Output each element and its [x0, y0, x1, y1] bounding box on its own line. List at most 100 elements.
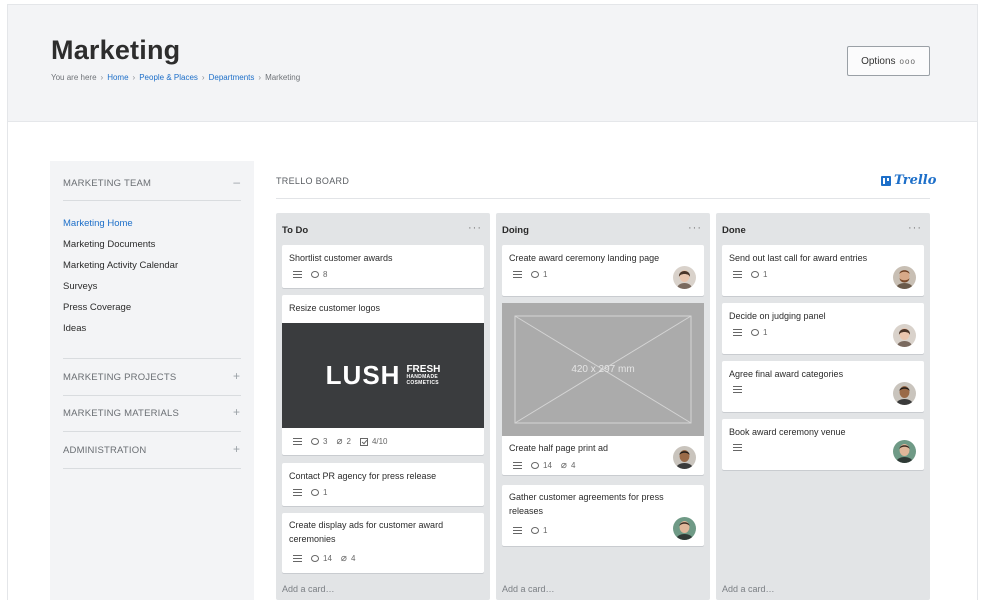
- card-title: Gather customer agreements for press rel…: [509, 492, 664, 516]
- card[interactable]: 420 x 297 mm Create half page print ad 1…: [502, 303, 704, 475]
- sidebar-item-ideas[interactable]: Ideas: [63, 323, 86, 334]
- divider: [63, 468, 241, 469]
- comment-count: 14: [543, 461, 552, 470]
- avatar[interactable]: [893, 324, 916, 347]
- collapse-icon[interactable]: –: [233, 175, 240, 189]
- avatar[interactable]: [673, 266, 696, 289]
- divider: [63, 431, 241, 432]
- breadcrumb-link-people-places[interactable]: People & Places: [139, 73, 198, 82]
- card-title: Create half page print ad: [509, 443, 609, 453]
- list-title[interactable]: Doing: [502, 225, 529, 236]
- comment-count: 1: [323, 488, 328, 497]
- list-menu-icon[interactable]: ···: [688, 222, 702, 234]
- list-doing: Doing ··· Create award ceremony landing …: [496, 213, 710, 600]
- card-title: Agree final award categories: [729, 369, 844, 379]
- divider: [63, 200, 241, 201]
- expand-icon[interactable]: +: [233, 369, 240, 383]
- description-icon: [293, 271, 302, 278]
- card-title: Contact PR agency for press release: [289, 471, 437, 481]
- expand-icon[interactable]: +: [233, 405, 240, 419]
- checklist-icon: [359, 437, 368, 446]
- lush-tagline: FRESH HANDMADE COSMETICS: [406, 365, 440, 387]
- list-done: Done ··· Send out last call for award en…: [716, 213, 930, 600]
- card[interactable]: Send out last call for award entries 1: [722, 245, 924, 296]
- card[interactable]: Gather customer agreements for press rel…: [502, 485, 704, 546]
- add-card-link[interactable]: Add a card…: [502, 584, 555, 594]
- card-cover-image: LUSH FRESH HANDMADE COSMETICS: [282, 323, 484, 428]
- breadcrumb-link-home[interactable]: Home: [107, 73, 128, 82]
- comment-icon: [531, 462, 539, 469]
- card-badges: 1: [733, 328, 767, 337]
- sidebar-item-activity-calendar[interactable]: Marketing Activity Calendar: [63, 260, 178, 271]
- comment-count: 1: [543, 526, 548, 535]
- description-icon: [513, 527, 522, 534]
- expand-icon[interactable]: +: [233, 442, 240, 456]
- avatar[interactable]: [893, 440, 916, 463]
- breadcrumb: You are here › Home › People & Places › Depart…: [51, 73, 300, 82]
- divider: [63, 358, 241, 359]
- sidebar-item-marketing-home[interactable]: Marketing Home: [63, 218, 133, 229]
- avatar[interactable]: [893, 382, 916, 405]
- sidebar-item-marketing-documents[interactable]: Marketing Documents: [63, 239, 155, 250]
- avatar[interactable]: [673, 517, 696, 540]
- sidebar-section-administration[interactable]: ADMINISTRATION: [63, 445, 146, 456]
- list-menu-icon[interactable]: ···: [468, 222, 482, 234]
- list-title[interactable]: To Do: [282, 225, 308, 236]
- card-title: Book award ceremony venue: [729, 427, 846, 437]
- trello-logo[interactable]: Trello: [881, 173, 936, 188]
- comment-count: 14: [323, 554, 332, 563]
- card-title: Decide on judging panel: [729, 311, 826, 321]
- options-button[interactable]: Options ooo: [847, 46, 930, 76]
- description-icon: [733, 386, 742, 393]
- board-title: TRELLO BOARD: [276, 176, 350, 186]
- sidebar: MARKETING TEAM – Marketing Home Marketin…: [50, 161, 254, 600]
- more-dots-icon: ooo: [899, 56, 916, 66]
- card-title: Create award ceremony landing page: [509, 253, 660, 263]
- comment-icon: [531, 271, 539, 278]
- breadcrumb-current: Marketing: [265, 73, 301, 82]
- sidebar-heading-marketing-team[interactable]: MARKETING TEAM: [63, 178, 151, 189]
- sidebar-item-surveys[interactable]: Surveys: [63, 281, 97, 292]
- add-card-link[interactable]: Add a card…: [722, 584, 775, 594]
- description-icon: [293, 489, 302, 496]
- card[interactable]: Agree final award categories: [722, 361, 924, 412]
- sidebar-section-marketing-projects[interactable]: MARKETING PROJECTS: [63, 372, 176, 383]
- avatar[interactable]: [893, 266, 916, 289]
- paperclip-icon: ⌀: [560, 459, 567, 471]
- trello-board-icon: [881, 175, 891, 186]
- comment-icon: [311, 271, 319, 278]
- card-badges: [733, 386, 742, 393]
- card[interactable]: Contact PR agency for press release 1: [282, 463, 484, 506]
- add-card-link[interactable]: Add a card…: [282, 584, 335, 594]
- description-icon: [733, 444, 742, 451]
- paperclip-icon: ⌀: [336, 435, 343, 447]
- card[interactable]: Book award ceremony venue: [722, 419, 924, 470]
- page-header: Marketing You are here › Home › People & Pla…: [8, 5, 977, 122]
- card-badges: 1: [293, 488, 327, 497]
- card-badges: 1: [733, 270, 767, 279]
- breadcrumb-separator: ›: [132, 73, 136, 82]
- card[interactable]: Shortlist customer awards 8: [282, 245, 484, 288]
- list-menu-icon[interactable]: ···: [908, 222, 922, 234]
- trello-logo-text: Trello: [894, 173, 937, 188]
- breadcrumb-link-departments[interactable]: Departments: [209, 73, 255, 82]
- card[interactable]: Create display ads for customer award ce…: [282, 513, 484, 573]
- sidebar-section-marketing-materials[interactable]: MARKETING MATERIALS: [63, 408, 179, 419]
- comment-icon: [751, 271, 759, 278]
- options-label: Options: [861, 55, 896, 67]
- sidebar-item-press-coverage[interactable]: Press Coverage: [63, 302, 131, 313]
- avatar[interactable]: [673, 446, 696, 469]
- card[interactable]: Resize customer logos LUSH FRESH HANDMAD…: [282, 295, 484, 455]
- comment-count: 3: [323, 437, 328, 446]
- card[interactable]: Decide on judging panel 1: [722, 303, 924, 354]
- comment-count: 1: [543, 270, 548, 279]
- card-badges: 14 ⌀ 4: [293, 553, 355, 563]
- breadcrumb-separator: ›: [258, 73, 262, 82]
- comment-count: 1: [763, 328, 768, 337]
- breadcrumb-separator: ›: [100, 73, 104, 82]
- lush-logo: LUSH: [325, 360, 401, 390]
- list-title[interactable]: Done: [722, 225, 746, 236]
- card[interactable]: Create award ceremony landing page 1: [502, 245, 704, 296]
- comment-icon: [311, 489, 319, 496]
- card-cover-placeholder: 420 x 297 mm: [502, 303, 704, 436]
